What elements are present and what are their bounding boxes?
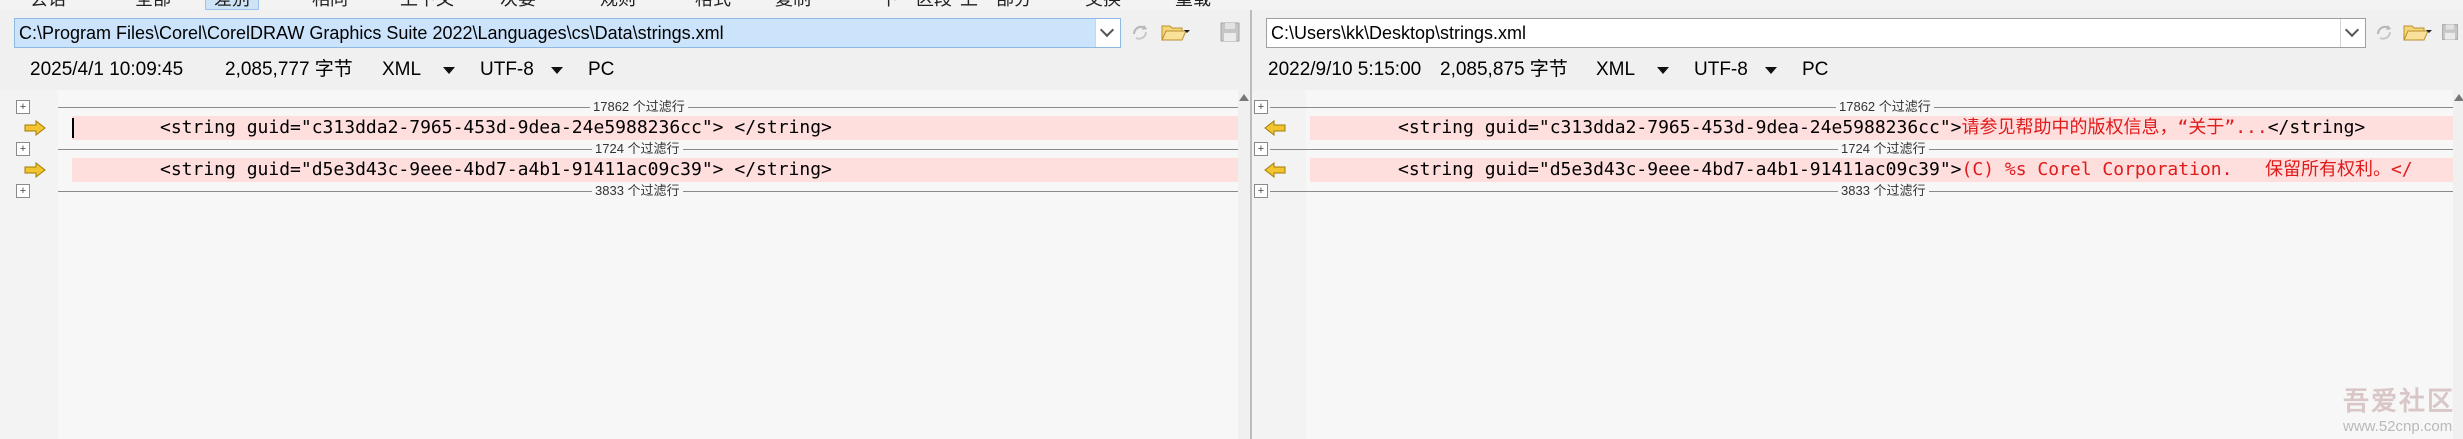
watermark-url: www.52cnp.com xyxy=(2342,418,2453,435)
left-diff-row-2[interactable]: <string guid="d5e3d43c-9eee-4bd7-a4b1-91… xyxy=(0,158,1250,182)
right-path-combobox[interactable]: C:\Users\kk\Desktop\strings.xml xyxy=(1266,18,2366,48)
toolbar-next-section-button[interactable]: 下一区段 xyxy=(880,0,952,9)
right-file-datetime: 2022/9/10 5:15:00 xyxy=(1268,59,1422,80)
arrow-left-icon xyxy=(1264,120,1286,136)
left-diff-row-1[interactable]: <string guid="c313dda2-7965-453d-9dea-24… xyxy=(0,116,1250,140)
toolbar-diffs-button[interactable]: 差别 xyxy=(205,0,259,10)
left-vertical-scrollbar[interactable] xyxy=(1238,90,1250,439)
right-format-dropdown-icon[interactable] xyxy=(1657,67,1669,74)
left-line-endings[interactable]: PC xyxy=(588,50,614,90)
right-encoding-dropdown-icon[interactable] xyxy=(1765,67,1777,74)
code-line: <string guid="c313dda2-7965-453d-9dea-24… xyxy=(1398,116,2459,140)
filtered-lines-label: 17862 个过滤行 xyxy=(1836,98,1934,116)
code-line: <string guid="c313dda2-7965-453d-9dea-24… xyxy=(160,117,832,138)
code-markup: <string guid="d5e3d43c-9eee-4bd7-a4b1-91… xyxy=(1398,159,1962,180)
left-encoding-select[interactable]: UTF-8 xyxy=(480,50,534,90)
left-format-dropdown-icon[interactable] xyxy=(443,67,455,74)
left-filtered-block-3[interactable]: + 3833 个过滤行 xyxy=(0,182,1250,200)
scroll-up-icon[interactable] xyxy=(1239,94,1249,101)
right-file-size: 2,085,875 字节 xyxy=(1440,59,1568,80)
expand-plus-icon[interactable]: + xyxy=(16,100,30,114)
left-info-row: 2025/4/1 10:09:45 2,085,777 字节 XML UTF-8… xyxy=(0,50,1250,90)
toolbar-context-button[interactable]: 上下文 xyxy=(400,0,454,9)
code-line: <string guid="d5e3d43c-9eee-4bd7-a4b1-91… xyxy=(1398,158,2459,182)
right-path-dropdown-button[interactable] xyxy=(2340,19,2365,47)
watermark-main: 吾爱社区 xyxy=(2342,386,2455,416)
filtered-lines-label: 17862 个过滤行 xyxy=(590,98,688,116)
scroll-up-icon[interactable] xyxy=(2454,94,2463,101)
right-save-icon[interactable] xyxy=(2440,20,2460,44)
toolbar-prev-part-button[interactable]: 上一部分 xyxy=(960,0,1032,9)
toolbar-swap-button[interactable]: 交换 xyxy=(1085,0,1121,9)
arrow-left-icon xyxy=(1264,162,1286,178)
right-path-row: C:\Users\kk\Desktop\strings.xml xyxy=(1252,10,2463,50)
left-open-folder-icon[interactable] xyxy=(1160,20,1190,44)
watermark: 吾爱社区 www.52cnp.com xyxy=(2343,381,2455,435)
toolbar-all-button[interactable]: 全部 xyxy=(135,0,171,9)
left-format-select[interactable]: XML xyxy=(382,50,421,90)
left-filtered-block-2[interactable]: + 1724 个过滤行 xyxy=(0,140,1250,158)
right-info-row: 2022/9/10 5:15:00 2,085,875 字节 XML UTF-8… xyxy=(1252,50,2463,90)
right-pane: C:\Users\kk\Desktop\strings.xml 2022/9/1… xyxy=(1250,10,2463,439)
left-encoding-dropdown-icon[interactable] xyxy=(551,67,563,74)
expand-plus-icon[interactable]: + xyxy=(1254,142,1268,156)
filtered-lines-label: 3833 个过滤行 xyxy=(1838,182,1929,200)
arrow-right-icon xyxy=(24,162,46,178)
right-filtered-block-2[interactable]: + 1724 个过滤行 xyxy=(1252,140,2463,158)
right-diff-row-1[interactable]: <string guid="c313dda2-7965-453d-9dea-24… xyxy=(1252,116,2463,140)
expand-plus-icon[interactable]: + xyxy=(1254,100,1268,114)
left-filtered-block-1[interactable]: + 17862 个过滤行 xyxy=(0,98,1250,116)
filtered-lines-label: 3833 个过滤行 xyxy=(592,182,683,200)
filtered-lines-label: 1724 个过滤行 xyxy=(1838,140,1929,158)
left-path-row: C:\Program Files\Corel\CorelDRAW Graphic… xyxy=(0,10,1250,50)
left-file-size: 2,085,777 字节 xyxy=(225,59,353,80)
right-filtered-block-1[interactable]: + 17862 个过滤行 xyxy=(1252,98,2463,116)
left-path-dropdown-button[interactable] xyxy=(1095,19,1120,47)
expand-plus-icon[interactable]: + xyxy=(16,184,30,198)
right-open-folder-icon[interactable] xyxy=(2402,20,2432,44)
text-cursor xyxy=(72,118,74,138)
arrow-right-icon xyxy=(24,120,46,136)
expand-plus-icon[interactable]: + xyxy=(1254,184,1268,198)
changed-text: 请参见帮助中的版权信息，“关于”... xyxy=(1961,117,2268,138)
toolbar-same-button[interactable]: 相同 xyxy=(312,0,348,9)
right-diff-view[interactable]: + 17862 个过滤行 <string guid="c313dda2-7965… xyxy=(1252,90,2463,439)
toolbar-minor-button[interactable]: 次要 xyxy=(500,0,536,9)
left-file-datetime: 2025/4/1 10:09:45 xyxy=(30,59,184,80)
left-diff-view[interactable]: + 17862 个过滤行 <string guid="c313dda2-7965… xyxy=(0,90,1250,439)
toolbar-copy-button[interactable]: 复制 xyxy=(775,0,811,9)
right-refresh-icon[interactable] xyxy=(2372,20,2396,44)
toolbar-reload-button[interactable]: 重载 xyxy=(1175,0,1211,9)
right-format-select[interactable]: XML xyxy=(1596,50,1635,90)
left-pane: C:\Program Files\Corel\CorelDRAW Graphic… xyxy=(0,10,1250,439)
toolbar-format-button[interactable]: 格式 xyxy=(695,0,731,9)
expand-plus-icon[interactable]: + xyxy=(16,142,30,156)
right-line-endings[interactable]: PC xyxy=(1802,50,1828,90)
code-markup: <string guid="c313dda2-7965-453d-9dea-24… xyxy=(1398,117,1962,138)
chevron-down-icon xyxy=(2344,22,2360,38)
left-path-combobox[interactable]: C:\Program Files\Corel\CorelDRAW Graphic… xyxy=(14,18,1121,48)
filtered-lines-label: 1724 个过滤行 xyxy=(592,140,683,158)
left-refresh-icon[interactable] xyxy=(1128,20,1152,44)
code-tail: </string> xyxy=(2267,117,2366,138)
code-line: <string guid="d5e3d43c-9eee-4bd7-a4b1-91… xyxy=(160,159,832,180)
changed-text: (C) %s Corel Corporation. 保留所有权利。</ xyxy=(1961,159,2413,180)
toolbar-rules-button[interactable]: 规则 xyxy=(600,0,636,9)
right-filtered-block-3[interactable]: + 3833 个过滤行 xyxy=(1252,182,2463,200)
left-path-text[interactable]: C:\Program Files\Corel\CorelDRAW Graphic… xyxy=(19,23,724,43)
toolbar-session-button[interactable]: 会话 xyxy=(30,0,66,9)
chevron-down-icon xyxy=(1099,22,1115,38)
right-diff-row-2[interactable]: <string guid="d5e3d43c-9eee-4bd7-a4b1-91… xyxy=(1252,158,2463,182)
left-save-icon[interactable] xyxy=(1218,20,1242,44)
right-encoding-select[interactable]: UTF-8 xyxy=(1694,50,1748,90)
right-path-text[interactable]: C:\Users\kk\Desktop\strings.xml xyxy=(1271,23,1526,43)
